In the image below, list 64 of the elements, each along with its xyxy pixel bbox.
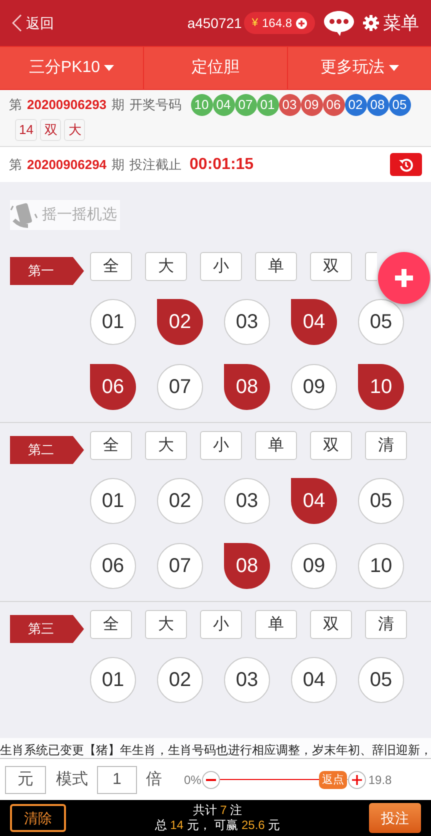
result-tag: 双 (40, 119, 62, 141)
add-icon (296, 18, 307, 28)
quick-pick-button[interactable]: 大 (145, 431, 187, 460)
chat-icon[interactable] (323, 10, 355, 36)
minus-icon (206, 778, 216, 780)
countdown: 00:01:15 (190, 154, 254, 174)
bet-summary: 共计 7 注 (192, 803, 242, 818)
tab[interactable]: 三分PK10 (0, 47, 143, 89)
quick-pick-button[interactable]: 全 (90, 252, 132, 281)
issue-suffix: 期 (112, 156, 125, 174)
quick-pick-button[interactable]: 单 (255, 252, 297, 281)
issue-number: 20200906293 (27, 96, 107, 114)
balance-pill[interactable]: ¥ 164.8 (244, 12, 315, 34)
tab[interactable]: 更多玩法 (287, 47, 431, 89)
result-tag: 14 (15, 119, 38, 141)
balance: 164.8 (262, 15, 292, 32)
plus-icon (395, 269, 413, 287)
quick-pick-button[interactable]: 小 (200, 252, 242, 281)
quick-pick-button[interactable]: 全 (90, 610, 132, 639)
settings-icon (363, 15, 379, 31)
quick-pick-button[interactable]: 单 (255, 610, 297, 639)
minus-button[interactable] (202, 770, 220, 788)
marquee-text: 生肖系统已变更【猪】年生肖，生肖号码也进行相应调整，岁末年初、辞旧迎新， (0, 743, 431, 757)
quick-pick-button[interactable]: 双 (310, 252, 352, 281)
back-icon (12, 14, 22, 32)
rebate-min: 0% (184, 772, 202, 788)
username: a450721 (187, 14, 242, 32)
quick-pick-button[interactable]: 清 (365, 610, 407, 639)
history-icon (399, 158, 413, 172)
draw-label: 开奖号码 (130, 96, 182, 114)
issue-number: 20200906294 (27, 156, 107, 174)
deadline-label: 投注截止 (130, 156, 182, 174)
unit-field[interactable]: 元 (5, 766, 46, 794)
back-button[interactable]: 返回 (12, 12, 54, 34)
plus-icon (352, 774, 362, 784)
mode-label: 模式 (56, 770, 88, 790)
quick-pick-button[interactable]: 双 (310, 610, 352, 639)
history-button[interactable] (390, 153, 422, 176)
tab[interactable]: 定位胆 (143, 47, 287, 89)
phone-shake-icon (10, 200, 38, 230)
rebate-max: 19.8 (368, 772, 392, 788)
issue-prefix: 第 (9, 156, 22, 174)
add-fab-button[interactable] (378, 252, 430, 304)
multiplier-field[interactable]: 1 (97, 766, 137, 794)
quick-pick-button[interactable]: 双 (310, 431, 352, 460)
times-label: 倍 (146, 770, 162, 790)
result-tag: 大 (64, 119, 86, 141)
issue-suffix: 期 (112, 96, 125, 114)
quick-pick-button[interactable]: 清 (365, 431, 407, 460)
bet-summary: 总 14 元， 可赢 25.6 元 (154, 818, 280, 833)
quick-pick-button[interactable]: 全 (90, 431, 132, 460)
clear-button[interactable]: 清除 (10, 804, 66, 832)
position-label: 第二 (10, 436, 84, 464)
quick-pick-button[interactable]: 小 (200, 610, 242, 639)
position-label: 第三 (10, 615, 84, 643)
position-label: 第一 (10, 257, 84, 285)
issue-prefix: 第 (9, 96, 22, 114)
menu-button[interactable]: 菜单 (363, 10, 419, 36)
quick-pick-button[interactable]: 小 (200, 431, 242, 460)
quick-pick-button[interactable]: 大 (145, 610, 187, 639)
plus-button[interactable] (348, 770, 366, 788)
quick-pick-button[interactable]: 大 (145, 252, 187, 281)
currency-symbol: ¥ (252, 16, 258, 31)
quick-pick-button[interactable]: 单 (255, 431, 297, 460)
